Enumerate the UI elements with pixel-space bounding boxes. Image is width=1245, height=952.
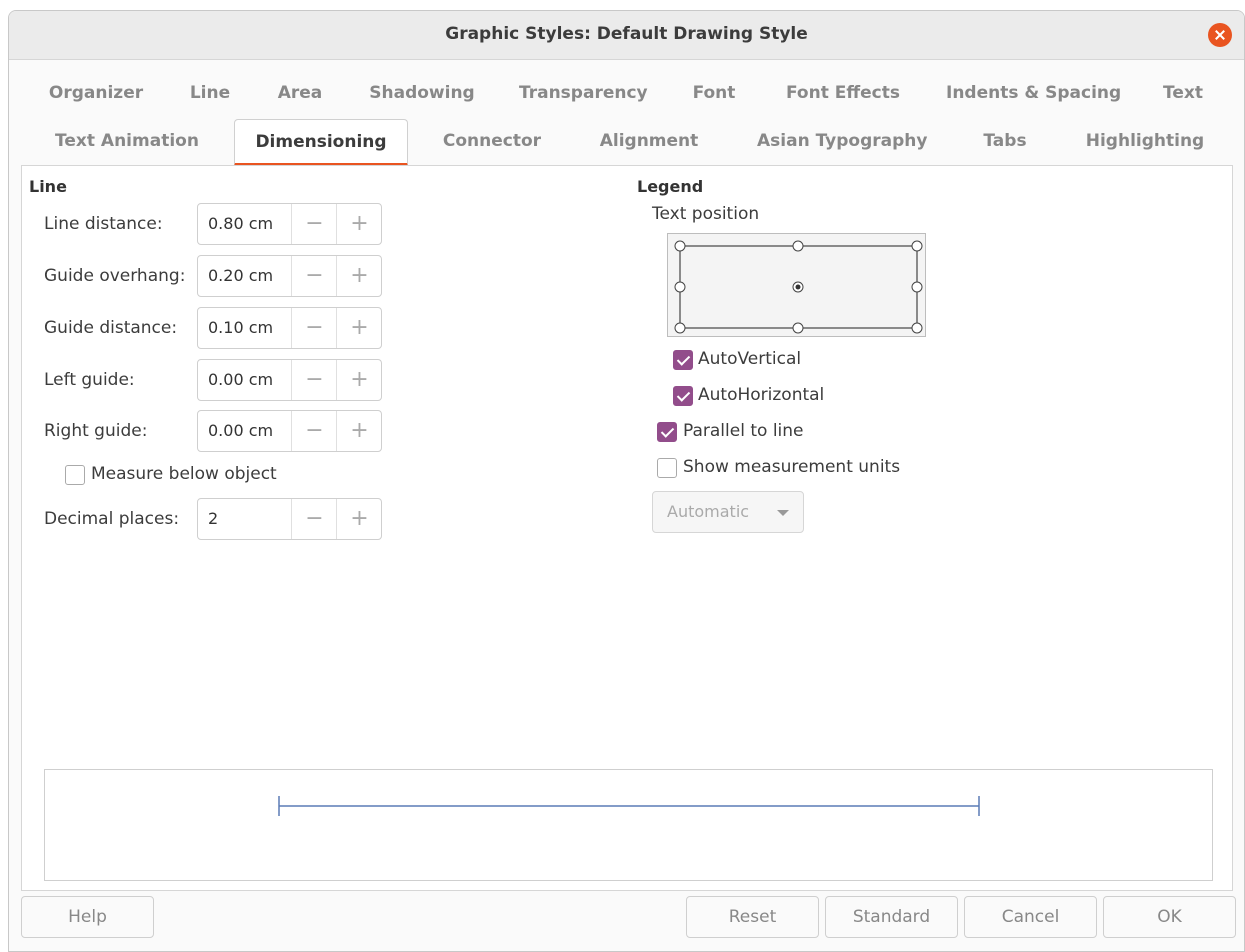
text-position-label: Text position	[652, 204, 760, 224]
position-bottom-right	[911, 322, 923, 334]
position-middle-center-selected	[795, 284, 801, 290]
auto-horizontal-checkbox[interactable]	[673, 386, 693, 406]
right-guide-minus-button[interactable]: −	[291, 411, 337, 451]
left-guide-spinbox[interactable]: 0.00 cm − +	[197, 359, 382, 401]
auto-vertical-label[interactable]: AutoVertical	[698, 349, 801, 369]
tab-font[interactable]: Font	[689, 71, 739, 115]
chevron-down-icon	[777, 510, 789, 516]
guide-overhang-plus-button[interactable]: +	[336, 256, 382, 296]
title-bar: Graphic Styles: Default Drawing Style	[9, 11, 1244, 60]
right-guide-plus-button[interactable]: +	[336, 411, 382, 451]
guide-distance-plus-button[interactable]: +	[336, 308, 382, 348]
preview-dimension-line	[278, 796, 980, 816]
auto-vertical-checkbox[interactable]	[673, 350, 693, 370]
tab-area[interactable]: Area	[274, 71, 326, 115]
position-bottom-center	[792, 322, 804, 334]
decimal-places-plus-button[interactable]: +	[336, 499, 382, 539]
decimal-places-spinbox[interactable]: 2 − +	[197, 498, 382, 540]
auto-horizontal-label[interactable]: AutoHorizontal	[698, 385, 824, 405]
tab-row-2: Text Animation Dimensioning Connector Al…	[9, 119, 1244, 166]
left-guide-label: Left guide:	[44, 370, 135, 390]
measure-below-label[interactable]: Measure below object	[91, 464, 277, 484]
dimension-preview	[44, 769, 1213, 881]
tab-line[interactable]: Line	[185, 71, 235, 115]
text-position-selector[interactable]	[667, 233, 926, 337]
line-distance-spinbox[interactable]: 0.80 cm − +	[197, 203, 382, 245]
parallel-to-line-checkbox[interactable]	[657, 422, 677, 442]
guide-overhang-minus-button[interactable]: −	[291, 256, 337, 296]
position-top-left	[674, 240, 686, 252]
guide-overhang-spinbox[interactable]: 0.20 cm − +	[197, 255, 382, 297]
tab-asian-typography[interactable]: Asian Typography	[757, 119, 927, 163]
right-guide-label: Right guide:	[44, 421, 148, 441]
show-units-label[interactable]: Show measurement units	[683, 457, 900, 477]
tab-indents-spacing[interactable]: Indents & Spacing	[946, 71, 1121, 115]
guide-distance-label: Guide distance:	[44, 318, 178, 338]
decimal-places-minus-button[interactable]: −	[291, 499, 337, 539]
tab-font-effects[interactable]: Font Effects	[782, 71, 904, 115]
units-dropdown[interactable]: Automatic	[652, 491, 804, 533]
left-guide-value[interactable]: 0.00 cm	[208, 370, 273, 389]
line-distance-plus-button[interactable]: +	[336, 204, 382, 244]
decimal-places-label: Decimal places:	[44, 509, 180, 529]
parallel-to-line-label[interactable]: Parallel to line	[683, 421, 804, 441]
ok-button[interactable]: OK	[1103, 896, 1236, 938]
line-distance-label: Line distance:	[44, 214, 163, 234]
tab-row-1: Organizer Line Area Shadowing Transparen…	[9, 71, 1244, 117]
right-guide-spinbox[interactable]: 0.00 cm − +	[197, 410, 382, 452]
cancel-button[interactable]: Cancel	[964, 896, 1097, 938]
position-top-center	[792, 240, 804, 252]
tab-highlighting[interactable]: Highlighting	[1083, 119, 1207, 163]
left-guide-minus-button[interactable]: −	[291, 360, 337, 400]
close-icon[interactable]	[1208, 23, 1232, 47]
reset-button[interactable]: Reset	[686, 896, 819, 938]
tab-text-animation[interactable]: Text Animation	[53, 119, 201, 163]
right-guide-value[interactable]: 0.00 cm	[208, 421, 273, 440]
units-dropdown-value: Automatic	[667, 502, 750, 521]
position-middle-left	[674, 281, 686, 293]
tab-tabs[interactable]: Tabs	[979, 119, 1031, 163]
help-button[interactable]: Help	[21, 896, 154, 938]
dialog-window: Graphic Styles: Default Drawing Style Or…	[8, 10, 1245, 952]
measure-below-checkbox[interactable]	[65, 465, 85, 485]
guide-distance-spinbox[interactable]: 0.10 cm − +	[197, 307, 382, 349]
tab-text[interactable]: Text	[1159, 71, 1207, 115]
show-units-checkbox[interactable]	[657, 458, 677, 478]
line-distance-minus-button[interactable]: −	[291, 204, 337, 244]
line-distance-value[interactable]: 0.80 cm	[208, 214, 273, 233]
tab-dimensioning[interactable]: Dimensioning	[234, 119, 408, 166]
guide-overhang-value[interactable]: 0.20 cm	[208, 266, 273, 285]
decimal-places-value[interactable]: 2	[208, 509, 218, 528]
legend-section-title: Legend	[637, 177, 704, 196]
dialog-title: Graphic Styles: Default Drawing Style	[445, 24, 808, 44]
guide-overhang-label: Guide overhang:	[44, 266, 186, 286]
tab-transparency[interactable]: Transparency	[519, 71, 648, 115]
tab-shadowing[interactable]: Shadowing	[369, 71, 475, 115]
position-top-right	[911, 240, 923, 252]
tab-alignment[interactable]: Alignment	[598, 119, 700, 163]
standard-button[interactable]: Standard	[825, 896, 958, 938]
position-middle-right	[911, 281, 923, 293]
guide-distance-value[interactable]: 0.10 cm	[208, 318, 273, 337]
tab-connector[interactable]: Connector	[442, 119, 542, 163]
tab-organizer[interactable]: Organizer	[47, 71, 145, 115]
position-bottom-left	[674, 322, 686, 334]
line-section-title: Line	[29, 177, 67, 196]
left-guide-plus-button[interactable]: +	[336, 360, 382, 400]
text-position-grid	[674, 240, 923, 334]
guide-distance-minus-button[interactable]: −	[291, 308, 337, 348]
